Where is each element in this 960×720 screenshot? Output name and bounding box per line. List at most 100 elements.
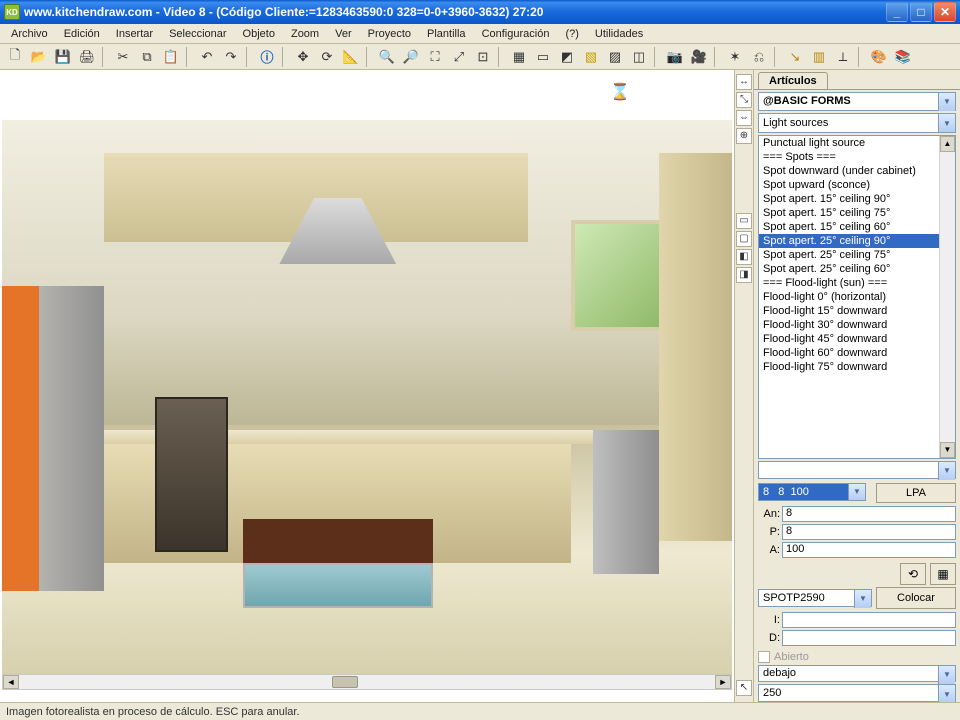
strip-tool-4[interactable]: ⊕	[736, 128, 752, 144]
category-select[interactable]: Light sources ▼	[758, 113, 956, 133]
position-value-select[interactable]: 250 ▼	[758, 684, 956, 702]
catalog-icon[interactable]: 📚	[892, 46, 914, 68]
list-item[interactable]: Spot downward (under cabinet)	[759, 164, 955, 178]
list-item[interactable]: Spot apert. 15° ceiling 75°	[759, 206, 955, 220]
strip-tool-6[interactable]: ▢	[736, 231, 752, 247]
list-item[interactable]: Spot upward (sconce)	[759, 178, 955, 192]
list-item[interactable]: Flood-light 0° (horizontal)	[759, 290, 955, 304]
rotate-icon[interactable]: ⟳	[316, 46, 338, 68]
scroll-down-icon[interactable]: ▼	[940, 442, 955, 458]
catalog-select[interactable]: @BASIC FORMS ▼	[758, 92, 956, 112]
view-hidden-icon[interactable]: ▨	[604, 46, 626, 68]
d-input[interactable]	[782, 630, 956, 646]
lpa-button[interactable]: LPA	[876, 483, 956, 503]
list-item[interactable]: Spot apert. 15° ceiling 90°	[759, 192, 955, 206]
strip-tool-5[interactable]: ▭	[736, 213, 752, 229]
i-input[interactable]	[782, 612, 956, 628]
place-button[interactable]: Colocar	[876, 587, 956, 609]
camera-icon[interactable]: 🎥	[688, 46, 710, 68]
depth-input[interactable]: 8	[782, 524, 956, 540]
menu-plantilla[interactable]: Plantilla	[420, 26, 473, 42]
minimize-button[interactable]: _	[886, 2, 908, 22]
list-item[interactable]: Spot apert. 15° ceiling 60°	[759, 220, 955, 234]
menu-zoom[interactable]: Zoom	[284, 26, 326, 42]
open-checkbox-row[interactable]: Abierto	[758, 651, 956, 663]
viewport[interactable]: ⌛ ◄ ►	[0, 70, 734, 702]
menu-help[interactable]: (?)	[558, 26, 585, 42]
strip-tool-3[interactable]: ⇔	[736, 110, 752, 126]
list-item[interactable]: === Flood-light (sun) ===	[759, 276, 955, 290]
tool-misc1-icon[interactable]: ✶	[724, 46, 746, 68]
palette-icon[interactable]: 🎨	[868, 46, 890, 68]
menu-archivo[interactable]: Archivo	[4, 26, 55, 42]
menu-seleccionar[interactable]: Seleccionar	[162, 26, 233, 42]
move-icon[interactable]: ✥	[292, 46, 314, 68]
view-wire-icon[interactable]: ▧	[580, 46, 602, 68]
zoom-out-icon[interactable]: 🔎	[400, 46, 422, 68]
tool-wall-icon[interactable]: ▥	[808, 46, 830, 68]
undo-icon[interactable]: ↶	[196, 46, 218, 68]
menu-utilidades[interactable]: Utilidades	[588, 26, 650, 42]
render-icon[interactable]: 📷	[664, 46, 686, 68]
list-item[interactable]: Flood-light 60° downward	[759, 346, 955, 360]
menu-objeto[interactable]: Objeto	[236, 26, 282, 42]
zoom-fit-icon[interactable]: ⤢	[448, 46, 470, 68]
scroll-left-icon[interactable]: ◄	[3, 675, 19, 689]
copy-icon[interactable]: ⧉	[136, 46, 158, 68]
close-button[interactable]: ✕	[934, 2, 956, 22]
position-select[interactable]: debajo ▼	[758, 665, 956, 683]
save-icon[interactable]: 💾	[52, 46, 74, 68]
height-input[interactable]: 100	[782, 542, 956, 558]
dimensions-summary[interactable]: 8 8 100 ▼	[758, 483, 866, 501]
code-select[interactable]: SPOTP2590 ▼	[758, 589, 872, 607]
menu-edicion[interactable]: Edición	[57, 26, 107, 42]
measure-icon[interactable]: 📐	[340, 46, 362, 68]
print-icon[interactable]: 🖨	[76, 46, 98, 68]
list-item[interactable]: Spot apert. 25° ceiling 75°	[759, 248, 955, 262]
list-vertical-scrollbar[interactable]: ▲ ▼	[939, 136, 955, 458]
redo-icon[interactable]: ↷	[220, 46, 242, 68]
paste-icon[interactable]: 📋	[160, 46, 182, 68]
list-item[interactable]: === Spots ===	[759, 150, 955, 164]
view-plan-icon[interactable]: ▦	[508, 46, 530, 68]
strip-tool-1[interactable]: ↔	[736, 74, 752, 90]
zoom-window-icon[interactable]: ⛶	[424, 46, 446, 68]
width-input[interactable]: 8	[782, 506, 956, 522]
strip-cursor-icon[interactable]: ↖	[736, 680, 752, 696]
variant-select[interactable]: ▼	[758, 461, 956, 479]
list-item[interactable]: Flood-light 30° downward	[759, 318, 955, 332]
apply-button[interactable]: ▦	[930, 563, 956, 585]
menu-configuracion[interactable]: Configuración	[475, 26, 557, 42]
list-item[interactable]: Spot apert. 25° ceiling 60°	[759, 262, 955, 276]
info-icon[interactable]: ⓘ	[256, 46, 278, 68]
list-item[interactable]: Punctual light source	[759, 136, 955, 150]
scroll-up-icon[interactable]: ▲	[940, 136, 955, 152]
list-item[interactable]: Flood-light 75° downward	[759, 360, 955, 374]
strip-tool-8[interactable]: ◨	[736, 267, 752, 283]
open-checkbox[interactable]	[758, 651, 770, 663]
view-elev-icon[interactable]: ▭	[532, 46, 554, 68]
article-listbox[interactable]: Punctual light source=== Spots ===Spot d…	[758, 135, 956, 459]
zoom-prev-icon[interactable]: ⊡	[472, 46, 494, 68]
list-item[interactable]: Spot apert. 25° ceiling 90°	[759, 234, 955, 248]
strip-tool-7[interactable]: ◧	[736, 249, 752, 265]
view-shaded-icon[interactable]: ◫	[628, 46, 650, 68]
menu-ver[interactable]: Ver	[328, 26, 359, 42]
new-icon[interactable]: 🗋	[4, 46, 26, 68]
list-item[interactable]: Flood-light 15° downward	[759, 304, 955, 318]
tool-line-icon[interactable]: ↘	[784, 46, 806, 68]
cut-icon[interactable]: ✂	[112, 46, 134, 68]
refresh-button[interactable]: ⟲	[900, 563, 926, 585]
scroll-right-icon[interactable]: ►	[715, 675, 731, 689]
tool-misc2-icon[interactable]: ⎌	[748, 46, 770, 68]
maximize-button[interactable]: □	[910, 2, 932, 22]
tab-articulos[interactable]: Artículos	[758, 72, 828, 89]
horizontal-scrollbar[interactable]: ◄ ►	[2, 674, 732, 690]
view-3d-icon[interactable]: ◩	[556, 46, 578, 68]
list-item[interactable]: Flood-light 45° downward	[759, 332, 955, 346]
tool-dim-icon[interactable]: ⟂	[832, 46, 854, 68]
open-icon[interactable]: 📂	[28, 46, 50, 68]
menu-insertar[interactable]: Insertar	[109, 26, 160, 42]
zoom-in-icon[interactable]: 🔍	[376, 46, 398, 68]
menu-proyecto[interactable]: Proyecto	[361, 26, 418, 42]
